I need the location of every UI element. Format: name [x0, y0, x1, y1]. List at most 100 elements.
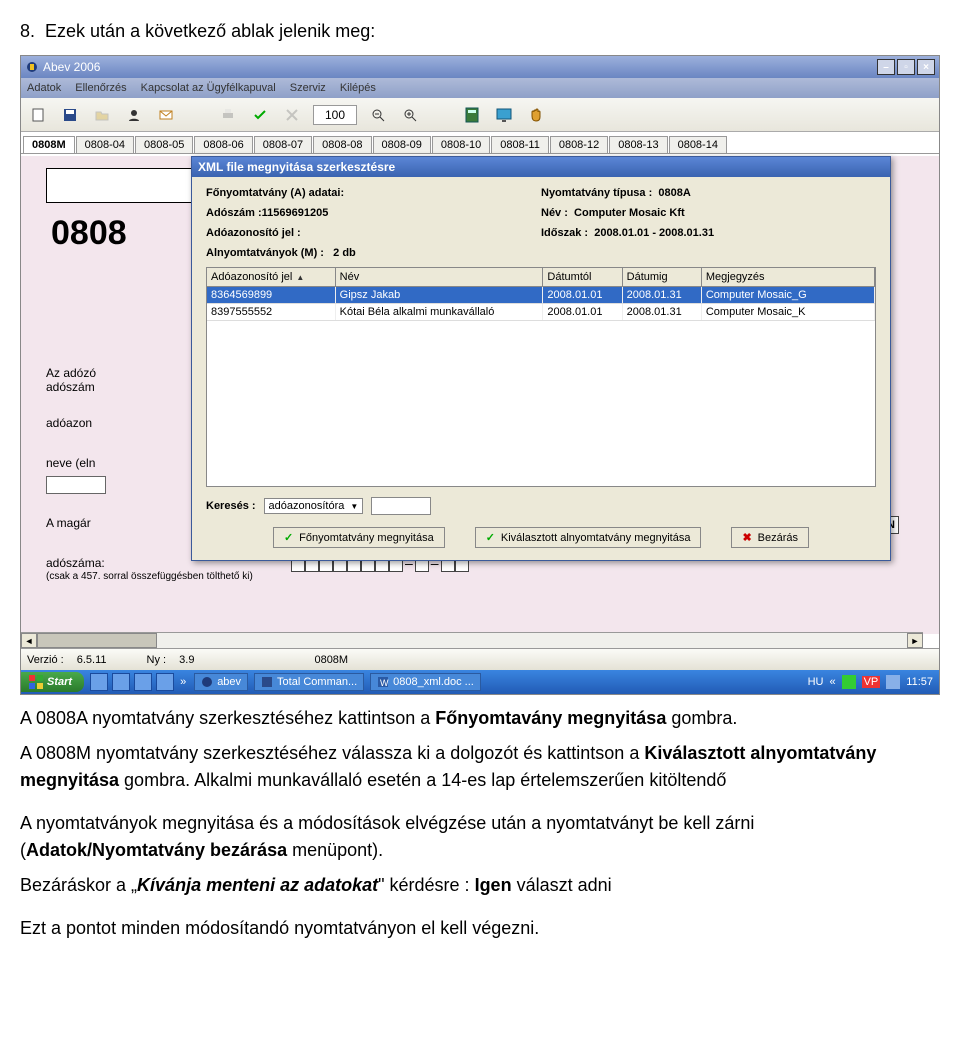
status-form-code: 0808M: [314, 654, 348, 666]
menu-kilepes[interactable]: Kilépés: [340, 82, 376, 94]
tab-0808-13[interactable]: 0808-13: [609, 136, 667, 153]
new-icon[interactable]: [27, 104, 49, 126]
scroll-right-icon[interactable]: ►: [907, 633, 923, 648]
tab-0808-06[interactable]: 0808-06: [194, 136, 252, 153]
task-label: Total Comman...: [277, 676, 357, 688]
open-main-form-button[interactable]: ✓ Főnyomtatvány megnyitása: [273, 527, 445, 548]
print-icon[interactable]: [217, 104, 239, 126]
ny-label: Ny :: [147, 654, 167, 666]
save-icon[interactable]: [59, 104, 81, 126]
window-titlebar[interactable]: Abev 2006 – ▫ ×: [21, 56, 939, 78]
word-icon: W: [377, 676, 389, 688]
tray-icon[interactable]: [842, 675, 856, 689]
open-subform-button[interactable]: ✓ Kiválasztott alnyomtatvány megnyitása: [475, 527, 702, 548]
tab-0808-14[interactable]: 0808-14: [669, 136, 727, 153]
mail-icon[interactable]: [155, 104, 177, 126]
form-type-label: Nyomtatvány típusa :: [541, 187, 652, 199]
zoom-out-icon[interactable]: [367, 104, 389, 126]
close-dialog-button[interactable]: ✖ Bezárás: [731, 527, 809, 548]
start-button[interactable]: Start: [21, 672, 84, 692]
col-id[interactable]: Adóazonosító jel: [207, 268, 336, 286]
tab-0808-07[interactable]: 0808-07: [254, 136, 312, 153]
zoom-in-icon[interactable]: [399, 104, 421, 126]
screen-icon[interactable]: [493, 104, 515, 126]
ql-item[interactable]: [90, 673, 108, 691]
cell-to: 2008.01.31: [623, 287, 702, 303]
taskbar-item-word[interactable]: W 0808_xml.doc ...: [370, 673, 481, 691]
tab-0808-10[interactable]: 0808-10: [432, 136, 490, 153]
label-adozo: Az adózó: [46, 366, 96, 380]
name-field-peek[interactable]: [46, 476, 106, 494]
form-big-code: 0808: [51, 214, 127, 253]
col-from[interactable]: Dátumtól: [543, 268, 622, 286]
grid-row[interactable]: 8397555552 Kótai Béla alkalmi munkaválla…: [207, 304, 875, 321]
grid-header[interactable]: Adóazonosító jel Név Dátumtól Dátumig Me…: [207, 268, 875, 287]
label-magan: A magár: [46, 516, 91, 530]
scroll-track[interactable]: [37, 633, 907, 648]
search-mode-dropdown[interactable]: adóazonosítóra ▼: [264, 498, 364, 514]
taskbar-item-totalcmd[interactable]: Total Comman...: [254, 673, 364, 691]
tab-0808-08[interactable]: 0808-08: [313, 136, 371, 153]
tray-collapse-icon[interactable]: «: [829, 676, 835, 688]
p2a: A 0808M nyomtatvány szerkesztéséhez vála…: [20, 743, 644, 763]
taskbar-item-abev[interactable]: abev: [194, 673, 248, 691]
ql-item[interactable]: [134, 673, 152, 691]
tab-0808-05[interactable]: 0808-05: [135, 136, 193, 153]
tab-0808-12[interactable]: 0808-12: [550, 136, 608, 153]
scroll-left-icon[interactable]: ◄: [21, 633, 37, 648]
ql-item[interactable]: [112, 673, 130, 691]
tab-0808-04[interactable]: 0808-04: [76, 136, 134, 153]
close-window-button[interactable]: ×: [917, 59, 935, 75]
quicklaunch: »: [90, 673, 188, 691]
restore-button[interactable]: ▫: [897, 59, 915, 75]
check-icon: ✓: [284, 531, 293, 544]
start-label: Start: [47, 676, 72, 688]
menu-adatok[interactable]: Adatok: [27, 82, 61, 94]
col-to[interactable]: Dátumig: [623, 268, 702, 286]
form-tabs: 0808M 0808-04 0808-05 0808-06 0808-07 08…: [21, 132, 939, 154]
minimize-button[interactable]: –: [877, 59, 895, 75]
lang-indicator[interactable]: HU: [808, 676, 824, 688]
open-main-form-label: Főnyomtatvány megnyitása: [299, 532, 434, 544]
taxid-label: Adóazonosító jel :: [206, 227, 301, 239]
menu-ellenorzes[interactable]: Ellenőrzés: [75, 82, 126, 94]
dialog-titlebar[interactable]: XML file megnyitása szerkesztésre: [192, 157, 890, 177]
cell-name: Gipsz Jakab: [336, 287, 544, 303]
system-tray: HU « VP 11:57: [808, 675, 939, 689]
toolbar: 100: [21, 98, 939, 132]
label-csak457: (csak a 457. sorral összefüggésben tölth…: [46, 571, 253, 582]
cell-id: 8364569899: [207, 287, 336, 303]
zoom-level[interactable]: 100: [313, 105, 357, 125]
head-icon[interactable]: [123, 104, 145, 126]
open-icon[interactable]: [91, 104, 113, 126]
cancel-icon[interactable]: [281, 104, 303, 126]
calc-icon[interactable]: [461, 104, 483, 126]
col-name[interactable]: Név: [336, 268, 544, 286]
scroll-thumb[interactable]: [37, 633, 157, 648]
menu-szerviz[interactable]: Szerviz: [290, 82, 326, 94]
col-note[interactable]: Megjegyzés: [702, 268, 875, 286]
tray-vp[interactable]: VP: [862, 676, 881, 688]
app-icon: [201, 676, 213, 688]
tab-0808-11[interactable]: 0808-11: [491, 136, 549, 153]
tab-0808m[interactable]: 0808M: [23, 136, 75, 153]
menu-kapcsolat[interactable]: Kapcsolat az Ügyfélkapuval: [141, 82, 276, 94]
cell-note: Computer Mosaic_K: [702, 304, 875, 320]
search-input[interactable]: [371, 497, 431, 515]
windows-icon: [29, 675, 43, 689]
label-adoszama: adószáma:: [46, 556, 105, 570]
ql-expand[interactable]: »: [180, 676, 186, 688]
svg-text:W: W: [380, 678, 389, 688]
ny-value: 3.9: [179, 654, 194, 666]
ql-item[interactable]: [156, 673, 174, 691]
p1a: A 0808A nyomtatvány szerkesztéséhez katt…: [20, 708, 435, 728]
tray-icon[interactable]: [886, 675, 900, 689]
hand-icon[interactable]: [525, 104, 547, 126]
dialog-title: XML file megnyitása szerkesztésre: [198, 160, 395, 174]
tab-0808-09[interactable]: 0808-09: [373, 136, 431, 153]
name-value: Computer Mosaic Kft: [574, 207, 685, 219]
clock[interactable]: 11:57: [906, 676, 933, 688]
grid-row[interactable]: 8364569899 Gipsz Jakab 2008.01.01 2008.0…: [207, 287, 875, 304]
horizontal-scrollbar[interactable]: ◄ ►: [21, 632, 923, 648]
check-icon[interactable]: [249, 104, 271, 126]
